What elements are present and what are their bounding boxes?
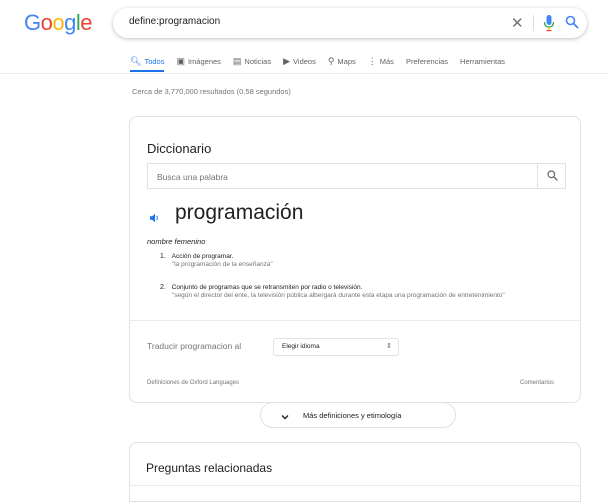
search-icon[interactable] [565,15,579,29]
definition-example: "según el director del ente, la televisi… [172,292,505,299]
tab-noticias[interactable]: ▤ Noticias [233,53,271,69]
search-icon: 🔍︎ [130,55,142,66]
tab-preferencias[interactable]: Preferencias [406,53,448,69]
more-definitions-button[interactable]: Más definiciones y etimología [260,402,456,428]
news-icon: ▤ [232,55,242,66]
active-tab-indicator [130,70,164,72]
definition-item: 2. Conjunto de programas que se retransm… [160,284,570,300]
tab-herramientas[interactable]: Herramientas [460,53,505,69]
translate-label: Traducir programacion al [147,341,242,351]
definition-example: "la programación de la enseñanza" [172,261,273,268]
dictionary-card: Diccionario Busca una palabra programaci… [129,116,581,403]
definition-number: 1. [160,253,166,260]
source-link[interactable]: Definiciones de Oxford Languages [147,380,239,386]
definition-text: Conjunto de programas que se retransmite… [171,284,363,291]
search-divider [533,15,534,31]
select-arrows-icon: ⇕ [386,343,392,350]
close-icon[interactable]: ✕ [511,14,524,32]
more-vert-icon: ⋮ [367,55,377,66]
google-logo[interactable]: Google [24,10,93,36]
search-tabs: 🔍︎ Todos ▣ Imágenes ▤ Noticias ▶ Videos ⚲ Map… [130,53,505,73]
language-select[interactable]: Elegir idioma ⇕ [273,338,399,356]
tab-mas[interactable]: ⋮ Más [368,53,394,69]
result-stats: Cerca de 3,770,000 resultados (0.58 segu… [132,87,291,96]
definition-number: 2. [160,284,166,291]
speaker-icon[interactable] [149,211,161,223]
feedback-link[interactable]: Comentarios [520,380,554,386]
header-divider [0,73,607,74]
tab-todos[interactable]: 🔍︎ Todos [130,53,164,69]
dictionary-search-placeholder: Busca una palabra [157,172,228,182]
related-questions-title: Preguntas relacionadas [146,461,273,475]
related-divider [130,485,580,486]
dictionary-search-field[interactable]: Busca una palabra [147,163,566,189]
chevron-down-icon [280,409,290,420]
card-divider [130,320,580,321]
microphone-icon[interactable] [543,14,555,32]
part-of-speech: nombre femenino [147,237,206,246]
tab-maps[interactable]: ⚲ Maps [328,53,356,69]
card-title: Diccionario [147,141,212,156]
image-icon: ▣ [176,55,185,66]
tab-videos[interactable]: ▶ Videos [283,53,316,69]
search-input[interactable]: define:programacion [129,16,220,27]
more-definitions-label: Más definiciones y etimología [303,411,402,420]
search-icon [547,170,558,181]
definition-item: 1. Acción de programar. "la programación… [160,253,560,269]
language-select-value: Elegir idioma [282,343,320,350]
headword: programación [175,201,304,224]
search-bar[interactable]: define:programacion ✕ [113,8,587,38]
definition-text: Acción de programar. [171,253,234,260]
map-pin-icon: ⚲ [327,55,335,66]
tab-imagenes[interactable]: ▣ Imágenes [176,53,220,69]
dictionary-search-button[interactable] [537,164,567,188]
related-questions-card: Preguntas relacionadas [129,442,581,502]
video-icon: ▶ [283,55,291,66]
